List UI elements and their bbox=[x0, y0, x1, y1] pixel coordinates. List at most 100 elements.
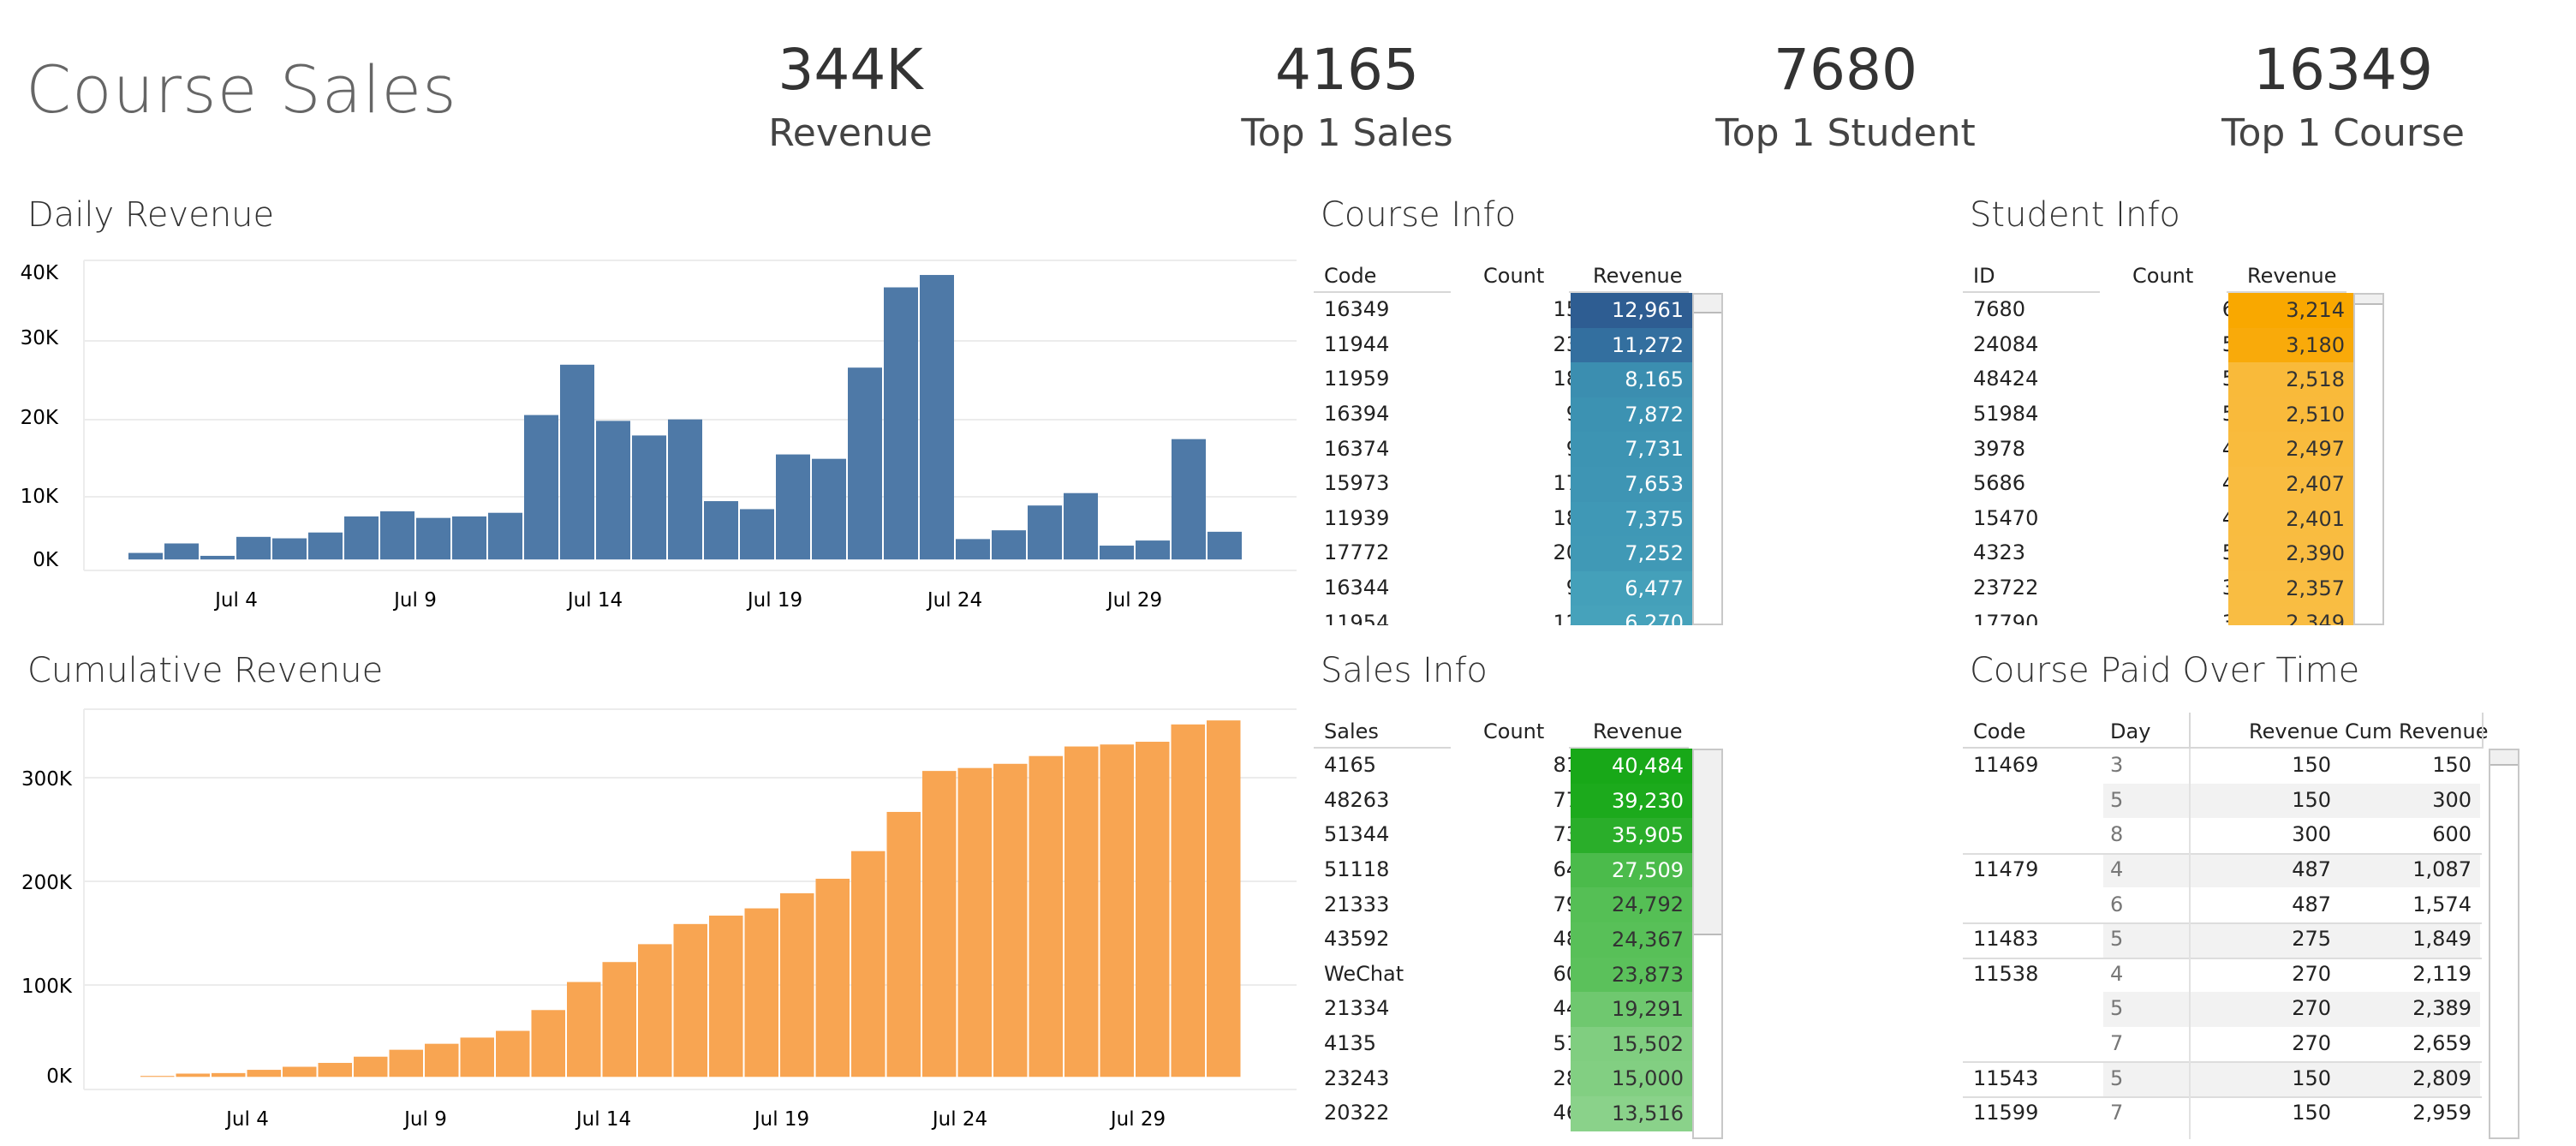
bar-jul-22[interactable] bbox=[886, 811, 921, 1077]
table-row[interactable]: 4165 81 40,484 bbox=[1314, 749, 1692, 784]
bar-jul-21[interactable] bbox=[851, 851, 886, 1077]
bar-jul-16[interactable] bbox=[673, 923, 708, 1077]
bar-jul-31[interactable] bbox=[1208, 531, 1242, 560]
table-row[interactable]: 21334 44 19,291 bbox=[1314, 992, 1692, 1027]
bar-jul-14[interactable] bbox=[602, 962, 637, 1077]
sales-info-table[interactable]: Sales Count Revenue 4165 81 40,484 48263 77 3… bbox=[1314, 713, 1723, 1141]
bar-jul-19[interactable] bbox=[776, 454, 810, 560]
bar-jul-12[interactable] bbox=[531, 1010, 566, 1077]
column-header-code[interactable]: Code bbox=[1324, 264, 1376, 288]
bar-jul-7[interactable] bbox=[354, 1056, 388, 1077]
bar-jul-22[interactable] bbox=[884, 287, 918, 560]
bar-jul-1[interactable] bbox=[128, 552, 163, 560]
table-row[interactable]: 1547042,401 bbox=[1963, 501, 2353, 537]
cumulative-revenue-chart[interactable]: 300K 200K 100K 0K Jul 4 Jul 9 Jul 14 Jul… bbox=[0, 702, 1310, 1131]
bar-jul-18[interactable] bbox=[744, 908, 779, 1077]
bar-jul-21[interactable] bbox=[848, 367, 882, 560]
bar-jul-28[interactable] bbox=[1100, 744, 1135, 1077]
bar-jul-27[interactable] bbox=[1064, 492, 1098, 560]
table-row[interactable]: 43592 48 24,367 bbox=[1314, 922, 1692, 958]
bar-jul-17[interactable] bbox=[704, 501, 738, 560]
table-row[interactable]: 4135 51 15,502 bbox=[1314, 1026, 1692, 1062]
bar-jul-7[interactable] bbox=[344, 516, 379, 560]
bar-jul-19[interactable] bbox=[780, 892, 814, 1077]
bar-jul-18[interactable] bbox=[740, 509, 774, 560]
bar-jul-3[interactable] bbox=[212, 1072, 246, 1077]
bar-jul-23[interactable] bbox=[920, 275, 954, 560]
bar-jul-27[interactable] bbox=[1064, 746, 1099, 1077]
bar-jul-15[interactable] bbox=[638, 944, 672, 1077]
bar-jul-13[interactable] bbox=[560, 364, 594, 560]
table-row[interactable]: 21333 79 24,792 bbox=[1314, 887, 1692, 922]
bar-jul-24[interactable] bbox=[956, 539, 990, 560]
table-row[interactable]: 11944 23 11,272 bbox=[1314, 327, 1692, 363]
bar-jul-10[interactable] bbox=[452, 516, 486, 560]
bar-jul-17[interactable] bbox=[709, 916, 743, 1077]
table-row[interactable]: 11543 5 150 2,809 bbox=[1963, 1061, 2489, 1096]
bar-jul-16[interactable] bbox=[668, 419, 702, 560]
table-row[interactable]: 768063,214 bbox=[1963, 293, 2353, 328]
bar-jul-4[interactable] bbox=[236, 536, 271, 560]
course-paid-table[interactable]: Code Day Revenue Cum Revenue 11469 3 150 15… bbox=[1963, 713, 2519, 1141]
bar-jul-11[interactable] bbox=[488, 512, 522, 560]
bar-jul-12[interactable] bbox=[524, 415, 558, 560]
bar-jul-29[interactable] bbox=[1136, 540, 1170, 560]
bar-jul-31[interactable] bbox=[1207, 720, 1241, 1077]
table-row[interactable]: 23243 28 15,000 bbox=[1314, 1061, 1692, 1096]
bar-jul-5[interactable] bbox=[283, 1066, 317, 1077]
table-row[interactable]: 48263 77 39,230 bbox=[1314, 783, 1692, 819]
bar-jul-14[interactable] bbox=[596, 421, 630, 560]
table-row[interactable]: 2408453,180 bbox=[1963, 327, 2353, 363]
table-row[interactable]: 6 487 1,574 bbox=[1963, 887, 2489, 922]
table-row[interactable]: 11939 18 7,375 bbox=[1314, 501, 1692, 537]
table-row[interactable]: 4842452,518 bbox=[1963, 362, 2353, 397]
table-row[interactable]: 11954 12 6,270 bbox=[1314, 606, 1692, 625]
bar-jul-23[interactable] bbox=[922, 771, 957, 1077]
column-header-code[interactable]: Code bbox=[1973, 719, 2025, 743]
table-row[interactable]: 51118 64 27,509 bbox=[1314, 852, 1692, 888]
table-row[interactable]: 397842,497 bbox=[1963, 432, 2353, 467]
bar-jul-4[interactable] bbox=[247, 1070, 282, 1077]
table-row[interactable]: 11538 4 270 2,119 bbox=[1963, 957, 2489, 993]
bar-jul-8[interactable] bbox=[389, 1049, 424, 1077]
bar-jul-8[interactable] bbox=[380, 511, 414, 560]
column-header-count[interactable]: Count bbox=[2132, 264, 2193, 288]
bar-jul-9[interactable] bbox=[416, 517, 450, 560]
table-row[interactable]: 568642,407 bbox=[1963, 467, 2353, 502]
column-header-revenue[interactable]: Revenue bbox=[1593, 719, 1683, 743]
table-row[interactable]: 7 270 2,659 bbox=[1963, 1027, 2489, 1062]
bar-jul-26[interactable] bbox=[1029, 755, 1064, 1077]
sales-info-scrollbar[interactable] bbox=[1692, 749, 1723, 1139]
bar-jul-25[interactable] bbox=[992, 530, 1026, 560]
bar-jul-20[interactable] bbox=[812, 458, 846, 560]
bar-jul-13[interactable] bbox=[567, 982, 601, 1077]
column-header-count[interactable]: Count bbox=[1483, 719, 1544, 743]
bar-jul-6[interactable] bbox=[308, 532, 343, 560]
bar-jul-1[interactable] bbox=[140, 1076, 175, 1077]
table-row[interactable]: 432352,390 bbox=[1963, 536, 2353, 571]
column-header-revenue[interactable]: Revenue bbox=[1593, 264, 1683, 288]
course-paid-scrollbar[interactable] bbox=[2489, 749, 2519, 1139]
student-info-scrollbar[interactable] bbox=[2353, 293, 2384, 625]
bar-jul-26[interactable] bbox=[1028, 505, 1062, 560]
table-row[interactable]: 11599 7 150 2,959 bbox=[1963, 1096, 2489, 1131]
table-row[interactable]: 15973 17 7,653 bbox=[1314, 467, 1692, 502]
table-row[interactable]: 16349 15 12,961 bbox=[1314, 293, 1692, 328]
table-row[interactable]: 11483 5 275 1,849 bbox=[1963, 922, 2489, 958]
course-info-table[interactable]: Code Count Revenue 16349 15 12,961 11944 23 1… bbox=[1314, 257, 1723, 625]
column-header-id[interactable]: ID bbox=[1973, 264, 1995, 288]
table-row[interactable]: 1637497,731 bbox=[1314, 432, 1692, 467]
column-header-revenue[interactable]: Revenue bbox=[2247, 264, 2337, 288]
table-row[interactable]: 1639497,872 bbox=[1314, 397, 1692, 433]
table-row[interactable]: 1634496,477 bbox=[1314, 570, 1692, 606]
bar-jul-15[interactable] bbox=[632, 435, 666, 560]
table-row[interactable]: 51344 73 35,905 bbox=[1314, 818, 1692, 853]
bar-jul-10[interactable] bbox=[460, 1037, 495, 1077]
course-info-scrollbar[interactable] bbox=[1692, 293, 1723, 625]
bar-jul-6[interactable] bbox=[318, 1062, 353, 1077]
table-row[interactable]: 5198452,510 bbox=[1963, 397, 2353, 433]
table-row[interactable]: 20322 46 13,516 bbox=[1314, 1096, 1692, 1131]
column-header-count[interactable]: Count bbox=[1483, 264, 1544, 288]
column-header-sales[interactable]: Sales bbox=[1324, 719, 1379, 743]
table-row[interactable]: 11959 18 8,165 bbox=[1314, 362, 1692, 397]
